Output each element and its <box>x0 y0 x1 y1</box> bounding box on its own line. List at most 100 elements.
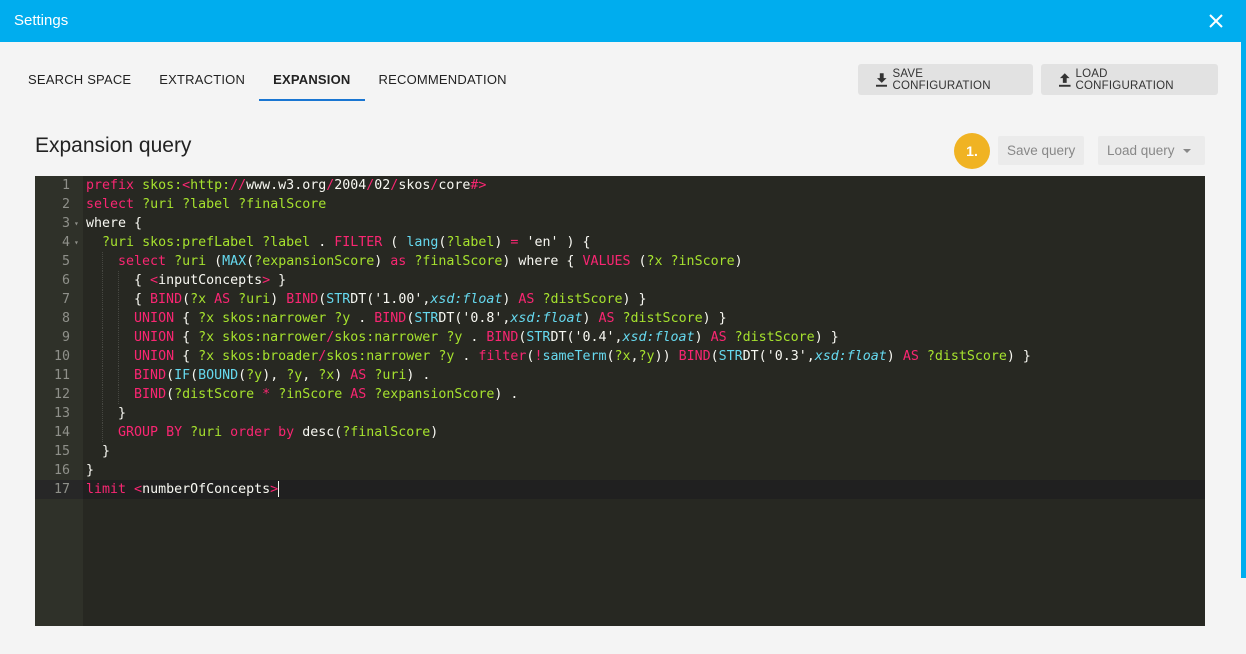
section-title: Expansion query <box>35 134 192 157</box>
code-line[interactable]: 7 { BIND(?x AS ?uri) BIND(STRDT('1.00',x… <box>35 290 1205 309</box>
code-token: , <box>630 349 639 364</box>
code-token: ) . <box>406 368 431 383</box>
code-token: ?uri <box>174 254 207 269</box>
code-token: skos:prefLabel <box>142 235 255 250</box>
code-line[interactable]: 10 UNION { ?x skos:broader/skos:narrower… <box>35 347 1205 366</box>
code-token: AS <box>710 330 727 345</box>
code-token: BIND <box>134 387 167 402</box>
code-token: ) } <box>814 330 839 345</box>
editor-lines: 1 prefix skos:<http://www.w3.org/2004/02/… <box>35 176 1205 499</box>
code-token: ?uri <box>102 235 135 250</box>
code-token: skos:narrower <box>334 330 439 345</box>
save-configuration-button[interactable]: SAVE CONFIGURATION <box>858 64 1033 95</box>
code-token: ) } <box>622 292 647 307</box>
code-token: ?y <box>638 349 655 364</box>
code-text: where { <box>86 214 142 233</box>
code-token: ?x <box>198 349 215 364</box>
code-token: ( <box>710 349 719 364</box>
text-cursor <box>278 481 280 497</box>
code-token: select <box>118 254 167 269</box>
tab-search-space[interactable]: SEARCH SPACE <box>14 60 145 101</box>
code-token: filter <box>478 349 527 364</box>
tab-extraction[interactable]: EXTRACTION <box>145 60 259 101</box>
code-line[interactable]: 12 BIND(?distScore * ?inScore AS ?expans… <box>35 385 1205 404</box>
code-line[interactable]: 8 UNION { ?x skos:narrower ?y . BIND(STR… <box>35 309 1205 328</box>
code-token: { <box>86 273 151 288</box>
code-token: { <box>174 330 199 345</box>
code-token: ) where { <box>502 254 583 269</box>
code-text: limit <numberOfConcepts> <box>86 480 280 499</box>
code-text: BIND(?distScore * ?inScore AS ?expansion… <box>86 385 518 404</box>
code-token: ( <box>166 387 175 402</box>
code-line[interactable]: 15 } <box>35 442 1205 461</box>
code-token: prefix <box>86 178 135 193</box>
code-line[interactable]: 5 select ?uri (MAX(?expansionScore) as ?… <box>35 252 1205 271</box>
code-token: )) <box>654 349 679 364</box>
code-token: desc( <box>294 425 343 440</box>
load-query-dropdown[interactable]: Load query <box>1098 136 1205 165</box>
close-icon[interactable] <box>1206 8 1226 34</box>
code-line[interactable]: 13 } <box>35 404 1205 423</box>
code-token: BIND <box>134 368 167 383</box>
code-line[interactable]: 9 UNION { ?x skos:narrower/skos:narrower… <box>35 328 1205 347</box>
tab-expansion[interactable]: EXPANSION <box>259 60 365 101</box>
code-text: } <box>86 442 110 461</box>
code-token: ?y <box>446 330 463 345</box>
code-token: } <box>86 463 95 478</box>
load-configuration-label: LOAD CONFIGURATION <box>1075 67 1174 92</box>
scrollbar[interactable] <box>1241 42 1246 578</box>
fold-arrow-icon[interactable]: ▾ <box>74 214 79 233</box>
code-token: AS <box>350 368 367 383</box>
code-token: } <box>270 273 287 288</box>
tab-recommendation[interactable]: RECOMMENDATION <box>365 60 521 101</box>
code-line[interactable]: 16} <box>35 461 1205 480</box>
code-token: ?x <box>198 330 215 345</box>
code-text: BIND(IF(BOUND(?y), ?y, ?x) AS ?uri) . <box>86 366 430 385</box>
code-token: . <box>350 311 375 326</box>
code-line[interactable]: 4 ▾ ?uri skos:prefLabel ?label . FILTER (… <box>35 233 1205 252</box>
fold-arrow-icon[interactable]: ▾ <box>74 233 79 252</box>
query-editor[interactable]: 1 prefix skos:<http://www.w3.org/2004/02/… <box>35 176 1205 626</box>
code-token: as <box>390 254 407 269</box>
code-line[interactable]: 2 select ?uri ?label ?finalScore <box>35 195 1205 214</box>
code-token: #> <box>470 178 487 193</box>
load-configuration-button[interactable]: LOAD CONFIGURATION <box>1041 64 1218 95</box>
save-query-button[interactable]: Save query <box>998 136 1085 165</box>
code-text: { BIND(?x AS ?uri) BIND(STRDT('1.00',xsd… <box>86 290 647 309</box>
code-line[interactable]: 14 GROUP BY ?uri order by desc(?finalSco… <box>35 423 1205 442</box>
code-token: skos:broader <box>222 349 319 364</box>
code-text: UNION { ?x skos:narrower ?y . BIND(STRDT… <box>86 309 727 328</box>
code-line[interactable]: 6 { <inputConcepts> } <box>35 271 1205 290</box>
code-line[interactable]: 1 prefix skos:<http://www.w3.org/2004/02/… <box>35 176 1205 195</box>
code-token: UNION <box>134 311 175 326</box>
code-line[interactable]: 11 BIND(IF(BOUND(?y), ?y, ?x) AS ?uri) . <box>35 366 1205 385</box>
code-token: xsd:float <box>510 311 583 326</box>
code-line[interactable]: 17 limit <numberOfConcepts> <box>35 480 1205 499</box>
code-line[interactable]: 3 ▾ where { <box>35 214 1205 233</box>
code-token: ( <box>190 368 199 383</box>
code-token: } <box>86 406 127 421</box>
code-token: ?distScore <box>622 311 703 326</box>
code-token: www.w3.org <box>246 178 327 193</box>
code-token: BIND <box>486 330 519 345</box>
code-token: { <box>174 349 199 364</box>
code-token: ?distScore <box>926 349 1007 364</box>
code-token: ( <box>166 368 175 383</box>
code-text: GROUP BY ?uri order by desc(?finalScore) <box>86 423 438 442</box>
code-token: ), <box>262 368 287 383</box>
code-token: ?uri <box>374 368 407 383</box>
code-token: // <box>230 178 247 193</box>
